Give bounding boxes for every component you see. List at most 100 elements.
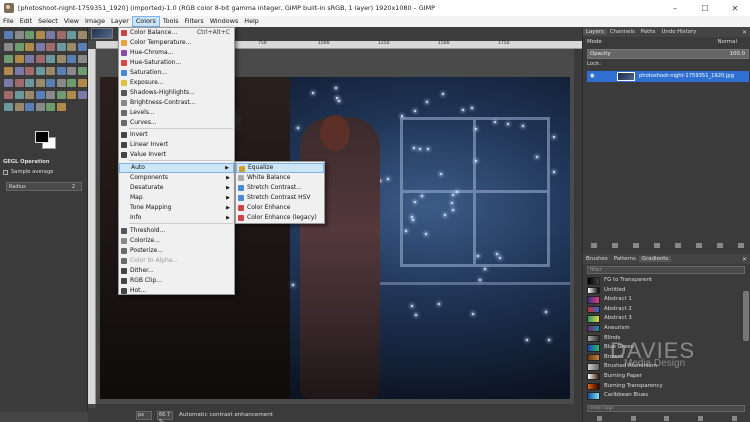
menu-item-value-invert[interactable]: Value Invert [119, 150, 234, 160]
tool-icon[interactable] [67, 43, 76, 51]
menu-item-exposure[interactable]: Exposure... [119, 78, 234, 88]
menu-item-curves[interactable]: Curves... [119, 118, 234, 128]
gradient-item[interactable]: Burning Paper [587, 372, 741, 382]
tool-icon[interactable] [25, 91, 34, 99]
image-tab-thumbnail[interactable] [91, 28, 113, 39]
tool-icon[interactable] [46, 55, 55, 63]
layer-item[interactable]: ◉ photoshoot-night-1759351_1920.jpg [587, 71, 749, 82]
tool-icon[interactable] [35, 67, 45, 75]
new-gradient-icon[interactable] [630, 415, 636, 421]
menu-item-color-to-alpha[interactable]: Color to Alpha... [119, 256, 234, 266]
menu-image[interactable]: Image [82, 16, 108, 27]
submenu-item-white-balance[interactable]: White Balance [236, 173, 324, 183]
duplicate-layer-icon[interactable] [674, 242, 681, 248]
sample-average-checkbox[interactable] [3, 170, 8, 175]
menu-item-tone-mapping[interactable]: Tone Mapping ▶ [119, 203, 234, 213]
tool-icon[interactable] [14, 79, 24, 87]
unit-selector[interactable]: px [136, 410, 152, 420]
tool-icon[interactable] [25, 79, 34, 87]
vertical-scrollbar[interactable] [574, 49, 582, 404]
new-layer-group-icon[interactable] [590, 242, 597, 248]
menu-tools[interactable]: Tools [160, 16, 182, 27]
tool-icon[interactable] [35, 43, 45, 51]
menu-item-levels[interactable]: Levels... [119, 108, 234, 118]
eye-icon[interactable]: ◉ [590, 71, 598, 82]
tool-icon[interactable] [77, 91, 87, 99]
tool-icon[interactable] [77, 67, 87, 75]
opacity-slider[interactable]: Opacity 100.0 [587, 49, 749, 59]
tool-icon[interactable] [77, 31, 87, 39]
menu-view[interactable]: View [61, 16, 82, 27]
close-dock-icon[interactable]: ✕ [742, 256, 747, 263]
anchor-layer-icon[interactable] [695, 242, 702, 248]
zoom-selector[interactable]: 66.7 % [157, 410, 173, 422]
menu-item-components[interactable]: Components ▶ [119, 173, 234, 183]
submenu-item-color-enhance-legacy[interactable]: Color Enhance (legacy) [236, 213, 324, 223]
gradient-item[interactable]: Abstract 2 [587, 305, 741, 315]
tool-icon[interactable] [4, 103, 13, 111]
tags-input[interactable]: enter tags [587, 405, 745, 412]
menu-item-auto[interactable]: Auto ▶ [119, 163, 234, 173]
tool-icon[interactable] [67, 91, 76, 99]
menu-item-color-balance[interactable]: Color Balance... Ctrl+Alt+C [119, 28, 234, 38]
foreground-color-swatch[interactable] [35, 131, 49, 143]
raise-layer-icon[interactable] [632, 242, 639, 248]
tool-icon[interactable] [77, 43, 87, 51]
close-button[interactable]: ✕ [720, 0, 750, 16]
tool-icon[interactable] [25, 55, 34, 63]
tool-icon[interactable] [14, 31, 24, 39]
delete-gradient-icon[interactable] [698, 415, 704, 421]
tool-icon[interactable] [14, 91, 24, 99]
tool-icon[interactable] [25, 43, 34, 51]
menu-edit[interactable]: Edit [17, 16, 35, 27]
menu-item-rgb-clip[interactable]: RGB Clip... [119, 276, 234, 286]
submenu-item-stretch-contrast[interactable]: Stretch Contrast... [236, 183, 324, 193]
menu-item-posterize[interactable]: Posterize... [119, 246, 234, 256]
duplicate-gradient-icon[interactable] [664, 415, 670, 421]
gradient-scrollbar[interactable] [743, 291, 749, 341]
menu-item-color-temperature[interactable]: Color Temperature... [119, 38, 234, 48]
submenu-item-stretch-contrast-hsv[interactable]: Stretch Contrast HSV [236, 193, 324, 203]
menu-item-brightness-contrast[interactable]: Brightness-Contrast... [119, 98, 234, 108]
tool-icon[interactable] [77, 79, 87, 87]
tool-icon[interactable] [67, 79, 76, 87]
gradient-item[interactable]: Burning Transparency [587, 382, 741, 392]
menu-select[interactable]: Select [35, 16, 61, 27]
menu-help[interactable]: Help [241, 16, 262, 27]
tool-icon[interactable] [25, 103, 34, 111]
layer-mode-row[interactable]: Mode Normal [583, 38, 750, 48]
gradient-item[interactable]: FG to Transparent [587, 276, 741, 286]
edit-gradient-icon[interactable] [597, 415, 603, 421]
submenu-item-color-enhance[interactable]: Color Enhance [236, 203, 324, 213]
menu-item-colorize[interactable]: Colorize... [119, 236, 234, 246]
tool-icon[interactable] [4, 91, 13, 99]
tool-icon[interactable] [56, 55, 66, 63]
tool-icon[interactable] [14, 43, 24, 51]
menu-item-hue-chroma[interactable]: Hue-Chroma... [119, 48, 234, 58]
menu-item-saturation[interactable]: Saturation... [119, 68, 234, 78]
tool-icon[interactable] [46, 67, 55, 75]
tool-icon[interactable] [25, 31, 34, 39]
tool-icon[interactable] [77, 55, 87, 63]
tool-icon[interactable] [35, 91, 45, 99]
tool-icon[interactable] [46, 43, 55, 51]
tool-icon[interactable] [56, 43, 66, 51]
menu-item-map[interactable]: Map ▶ [119, 193, 234, 203]
tool-icon[interactable] [46, 79, 55, 87]
submenu-item-equalize[interactable]: Equalize [236, 163, 324, 173]
tool-icon[interactable] [4, 79, 13, 87]
tool-icon[interactable] [4, 31, 13, 39]
gradient-item[interactable]: Abstract 3 [587, 314, 741, 324]
tab-undo-history[interactable]: Undo History [658, 29, 699, 35]
menu-file[interactable]: File [0, 16, 17, 27]
menu-item-hue-saturation[interactable]: Hue-Saturation... [119, 58, 234, 68]
tool-icon[interactable] [4, 67, 13, 75]
mode-value[interactable]: Normal [717, 39, 737, 45]
tab-patterns[interactable]: Patterns [611, 256, 639, 262]
menu-item-threshold[interactable]: Threshold... [119, 226, 234, 236]
refresh-gradients-icon[interactable] [731, 415, 737, 421]
radius-field[interactable]: Radius 2 [6, 182, 82, 191]
menu-layer[interactable]: Layer [108, 16, 132, 27]
new-layer-icon[interactable] [611, 242, 618, 248]
menu-item-info[interactable]: Info ▶ [119, 213, 234, 223]
